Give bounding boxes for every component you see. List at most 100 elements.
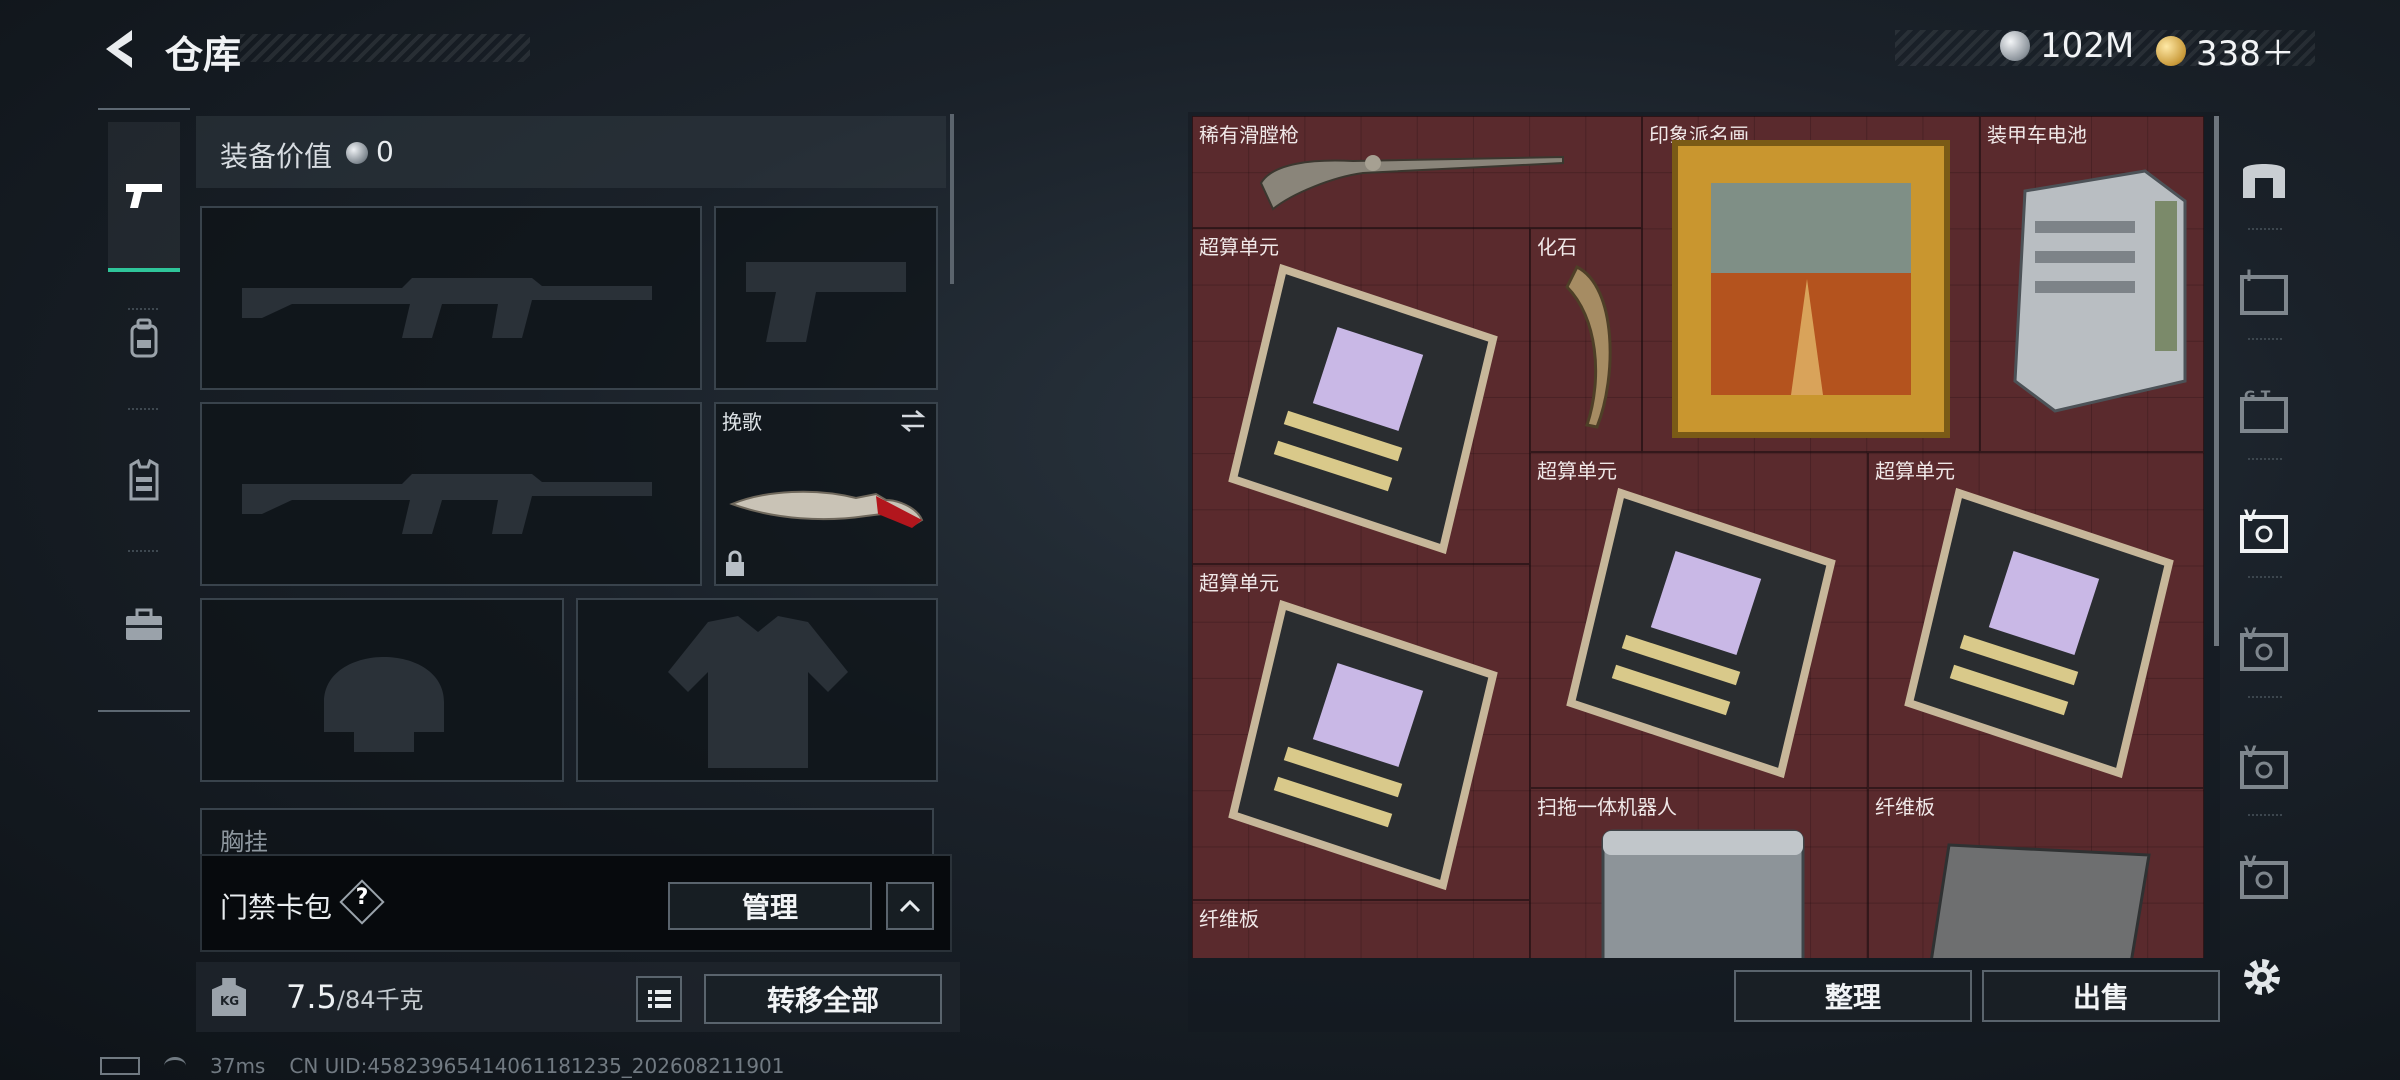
ping: 37ms (210, 1054, 266, 1078)
compute-unit-icon (1228, 263, 1498, 555)
stash-scrollbar[interactable] (2214, 116, 2219, 646)
pistol-icon (126, 184, 162, 208)
helmet-silhouette-icon (324, 657, 444, 752)
stash-item[interactable]: 超算单元 (1192, 564, 1530, 900)
stash-tab-home[interactable] (2226, 138, 2302, 218)
tab-divider (2248, 338, 2282, 340)
backpack-icon (130, 318, 158, 358)
stash-item[interactable]: 稀有滑膛枪 (1192, 116, 1642, 228)
gold-amount: 338＋ (2196, 34, 2295, 74)
nav-tab-vest[interactable] (108, 440, 180, 520)
stash-item[interactable]: 超算单元 (1868, 452, 2204, 788)
sort-button[interactable]: 整理 (1734, 970, 1972, 1022)
sidearm-slot[interactable] (714, 206, 938, 390)
category-nav (98, 108, 190, 712)
status-line: 37ms CN UID:45823965414061181235_2026082… (100, 1054, 785, 1078)
collapse-button[interactable] (886, 882, 934, 930)
list-icon (648, 990, 671, 1008)
battery-icon (100, 1057, 140, 1075)
musket-icon (1259, 155, 1564, 211)
pistol-silhouette-icon (746, 262, 906, 342)
stash-item[interactable]: 超算单元 (1530, 452, 1868, 788)
nav-tab-backpack[interactable] (108, 298, 180, 378)
rifle-silhouette-icon (242, 474, 652, 534)
stash-tab-3[interactable]: V (2226, 490, 2302, 570)
fossil-claw-icon (1565, 264, 1612, 429)
silver-coin-icon (2000, 31, 2030, 61)
stash-tab-4-text: V (2244, 624, 2257, 643)
equipment-panel: 装备价值 0 挽歌 胸挂 (196, 112, 960, 854)
uid: CN UID:45823965414061181235_202608211901 (289, 1054, 785, 1078)
nav-divider (128, 550, 158, 552)
rifle-silhouette-icon (242, 278, 652, 338)
stash-tab-5[interactable]: V (2226, 726, 2302, 806)
silver-amount: 102M (2040, 26, 2135, 66)
weight-current: 7.5 (286, 978, 337, 1016)
stash-tab-4[interactable]: V (2226, 608, 2302, 688)
back-arrow-icon[interactable] (98, 26, 140, 72)
compute-unit-icon (1566, 487, 1836, 779)
stash-grid[interactable]: 稀有滑膛枪 印象派名画 装甲车电池 超算单元 化石 超算单元 超算单元 超算单元… (1192, 116, 2204, 958)
nav-tab-case[interactable] (108, 585, 180, 665)
primary-weapon-slot[interactable] (200, 206, 702, 390)
tab-divider (2248, 696, 2282, 698)
gold-coin-icon (2156, 35, 2186, 66)
sell-button[interactable]: 出售 (1982, 970, 2220, 1022)
nav-tab-weapons[interactable] (108, 122, 180, 272)
manage-button[interactable]: 管理 (668, 882, 872, 930)
chest-rig-slot[interactable]: 胸挂 (200, 808, 934, 854)
compute-unit-icon (1228, 599, 1498, 891)
stash-tab-3-text: V (2244, 506, 2257, 525)
weight-icon-text: KG (220, 994, 240, 1008)
stash-tab-6-text: V (2244, 852, 2257, 871)
stash-tab-1[interactable]: I (2226, 252, 2302, 332)
armor-slot[interactable] (576, 598, 938, 782)
stash-item[interactable]: 化石 (1530, 228, 1642, 452)
fiberboard-icon (1930, 843, 2151, 958)
item-name: 化石 (1537, 235, 1577, 259)
stash-tab-2-icon: G.T. (2240, 389, 2288, 433)
equipment-value-label: 装备价值 (220, 140, 333, 173)
stash-tab-5-text: V (2244, 742, 2257, 761)
currency-gold[interactable]: 338＋ (2156, 26, 2295, 75)
top-bar: 仓库 102M 338＋ (0, 0, 2400, 100)
armor-silhouette-icon (668, 616, 848, 768)
stash-tabs: I G.T. V V V V (2226, 120, 2302, 920)
tab-divider (2248, 458, 2282, 460)
stash-tab-2[interactable]: G.T. (2226, 370, 2302, 450)
compute-unit-icon (1904, 487, 2174, 779)
stash-item[interactable]: 印象派名画 (1642, 116, 1980, 452)
stash-tab-6[interactable]: V (2226, 836, 2302, 916)
kukri-knife-icon (729, 490, 924, 528)
equipment-value: 0 (376, 135, 394, 168)
painting-icon (1672, 140, 1950, 438)
keycard-label: 门禁卡包 (220, 891, 333, 924)
silver-coin-icon (346, 142, 368, 164)
equipment-scrollbar[interactable] (950, 114, 954, 284)
item-name: 纤维板 (1199, 907, 1259, 931)
equipment-value-bar: 装备价值 0 (196, 116, 946, 188)
helmet-slot[interactable] (200, 598, 564, 782)
stash-item[interactable]: 纤维板 (1192, 900, 1530, 958)
melee-slot[interactable]: 挽歌 (714, 402, 938, 586)
stash-item[interactable]: 装甲车电池 (1980, 116, 2204, 452)
currency-silver[interactable]: 102M (2000, 26, 2134, 66)
transfer-all-button[interactable]: 转移全部 (704, 974, 942, 1024)
stash-tab-3-icon: V (2240, 506, 2288, 553)
tab-divider (2248, 576, 2282, 578)
list-view-button[interactable] (636, 976, 682, 1022)
page-title: 仓库 (165, 33, 242, 77)
stash-item[interactable]: 超算单元 (1192, 228, 1530, 564)
melee-name: 挽歌 (722, 410, 762, 434)
stash-item[interactable]: 扫拖一体机器人 (1530, 788, 1868, 958)
item-name: 超算单元 (1199, 235, 1279, 259)
stash-item[interactable]: 纤维板 (1868, 788, 2204, 958)
item-name: 超算单元 (1875, 459, 1955, 483)
item-name: 超算单元 (1199, 571, 1279, 595)
item-name: 超算单元 (1537, 459, 1617, 483)
swap-icon[interactable] (898, 408, 928, 434)
item-name: 装甲车电池 (1987, 123, 2087, 147)
secondary-weapon-slot[interactable] (200, 402, 702, 586)
chest-rig-label: 胸挂 (220, 828, 268, 854)
gear-icon[interactable] (2238, 953, 2286, 1001)
